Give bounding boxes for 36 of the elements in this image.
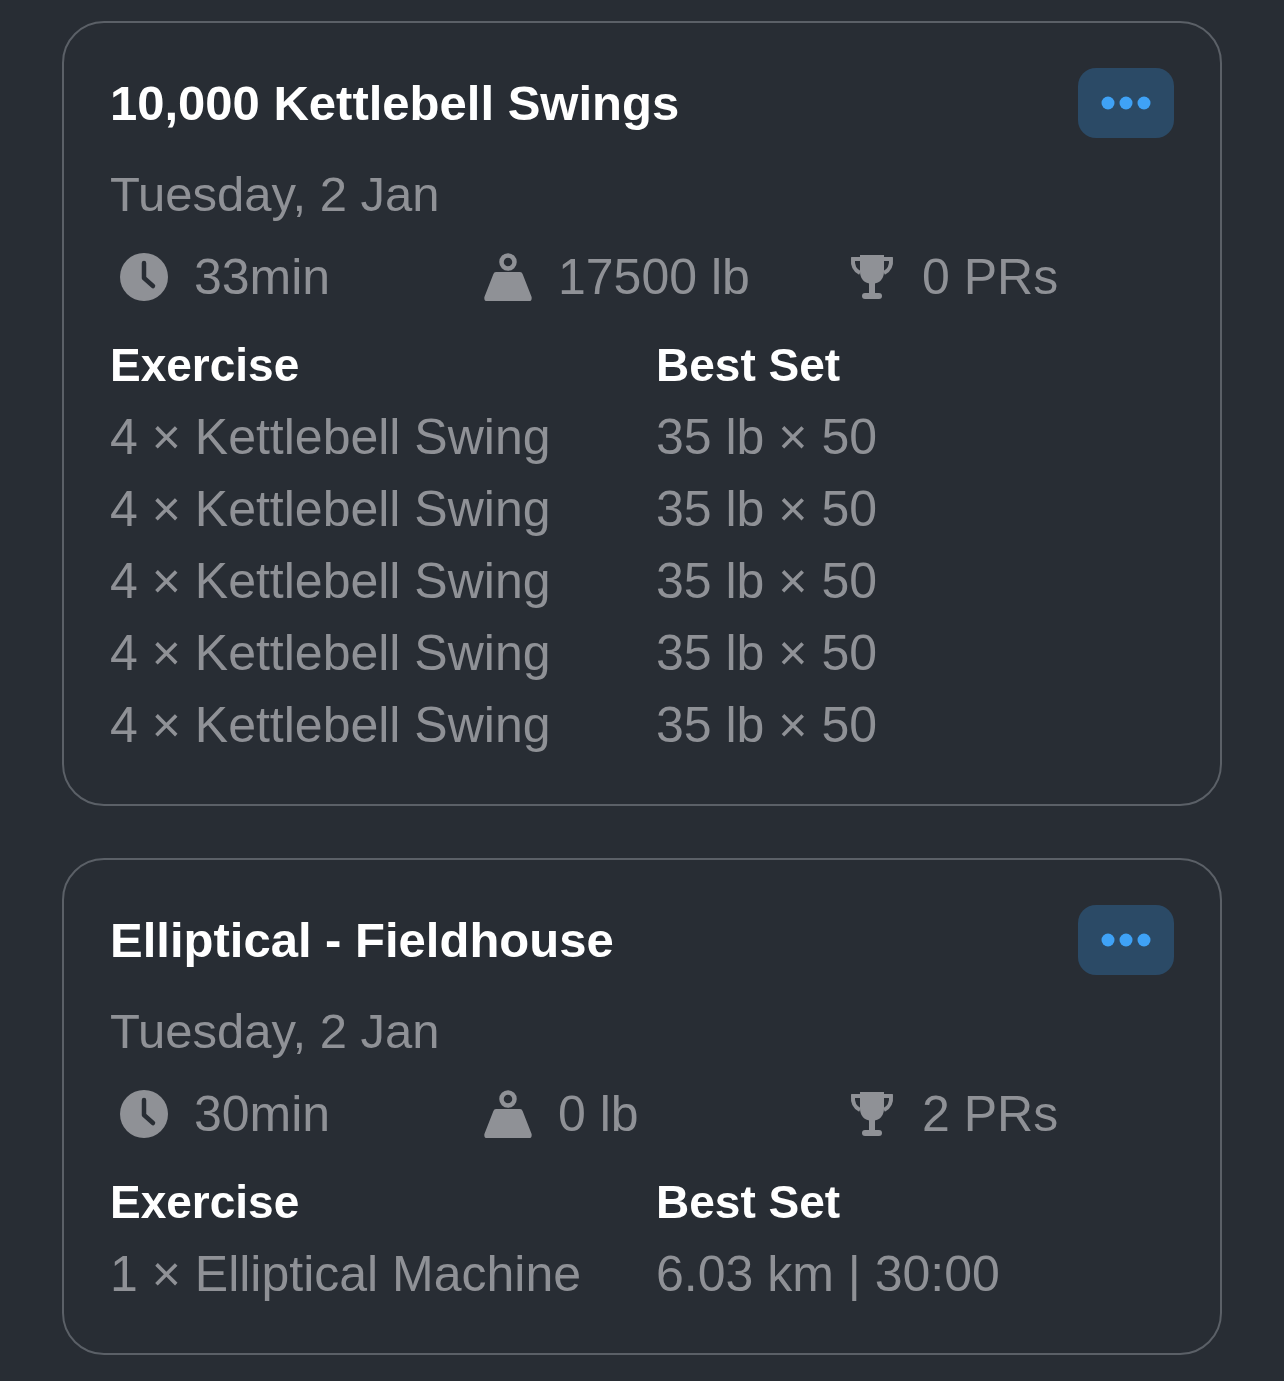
workout-title: Elliptical - Fieldhouse — [110, 912, 614, 969]
stat-value: 33min — [194, 248, 331, 307]
trophy-icon — [848, 253, 896, 301]
clock-icon — [120, 253, 168, 301]
stat-value: 17500 lb — [558, 248, 750, 307]
best-set-cell-text: 35 lb × 50 — [656, 696, 879, 755]
exercise-cell-text: 4 × Kettlebell Swing — [110, 480, 552, 539]
stat-value: 30min — [194, 1085, 331, 1144]
weight-icon — [484, 1090, 532, 1138]
best-set-cell-text: 35 lb × 50 — [656, 624, 879, 683]
weight-icon — [484, 253, 532, 301]
workout-date: Tuesday, 2 Jan — [110, 1003, 441, 1060]
trophy-icon — [848, 1090, 896, 1138]
exercise-cell-text: 4 × Kettlebell Swing — [110, 408, 552, 467]
exercise-cell-text: 1 × Elliptical Machine — [110, 1245, 583, 1304]
exercise-cell-text: 4 × Kettlebell Swing — [110, 552, 552, 611]
workout-date: Tuesday, 2 Jan — [110, 166, 441, 223]
clock-icon — [120, 1090, 168, 1138]
column-header: Exercise — [110, 338, 301, 393]
column-header: Best Set — [656, 1175, 842, 1230]
more-icon — [1101, 933, 1151, 947]
best-set-cell-text: 6.03 km | 30:00 — [656, 1245, 1001, 1304]
more-icon — [1101, 96, 1151, 110]
best-set-cell-text: 35 lb × 50 — [656, 552, 879, 611]
exercise-cell-text: 4 × Kettlebell Swing — [110, 696, 552, 755]
column-header: Exercise — [110, 1175, 301, 1230]
more-button[interactable] — [1078, 905, 1174, 975]
best-set-cell-text: 35 lb × 50 — [656, 480, 879, 539]
stat-value: 0 PRs — [922, 248, 1059, 307]
stat-value: 2 PRs — [922, 1085, 1059, 1144]
workout-title: 10,000 Kettlebell Swings — [110, 75, 680, 132]
exercise-cell-text: 4 × Kettlebell Swing — [110, 624, 552, 683]
more-button[interactable] — [1078, 68, 1174, 138]
column-header: Best Set — [656, 338, 842, 393]
stat-value: 0 lb — [558, 1085, 639, 1144]
best-set-cell-text: 35 lb × 50 — [656, 408, 879, 467]
